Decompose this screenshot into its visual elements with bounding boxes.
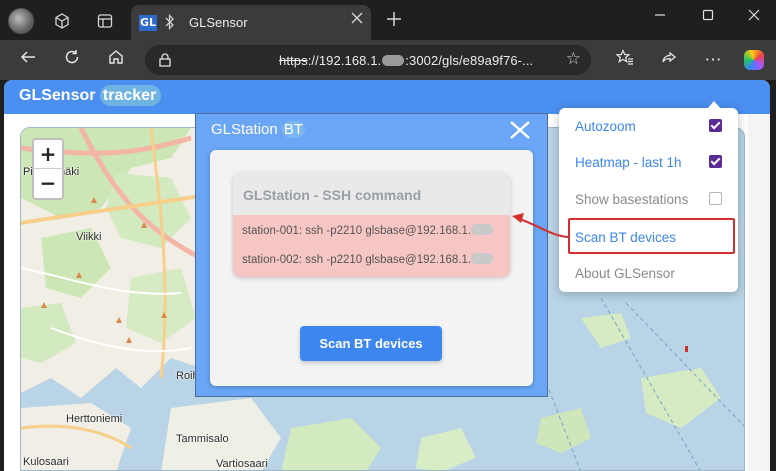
annotation-arrow-icon (512, 213, 569, 238)
browser-window: GL GLSensor https://192.168.1.:3002/gls… (0, 0, 776, 471)
